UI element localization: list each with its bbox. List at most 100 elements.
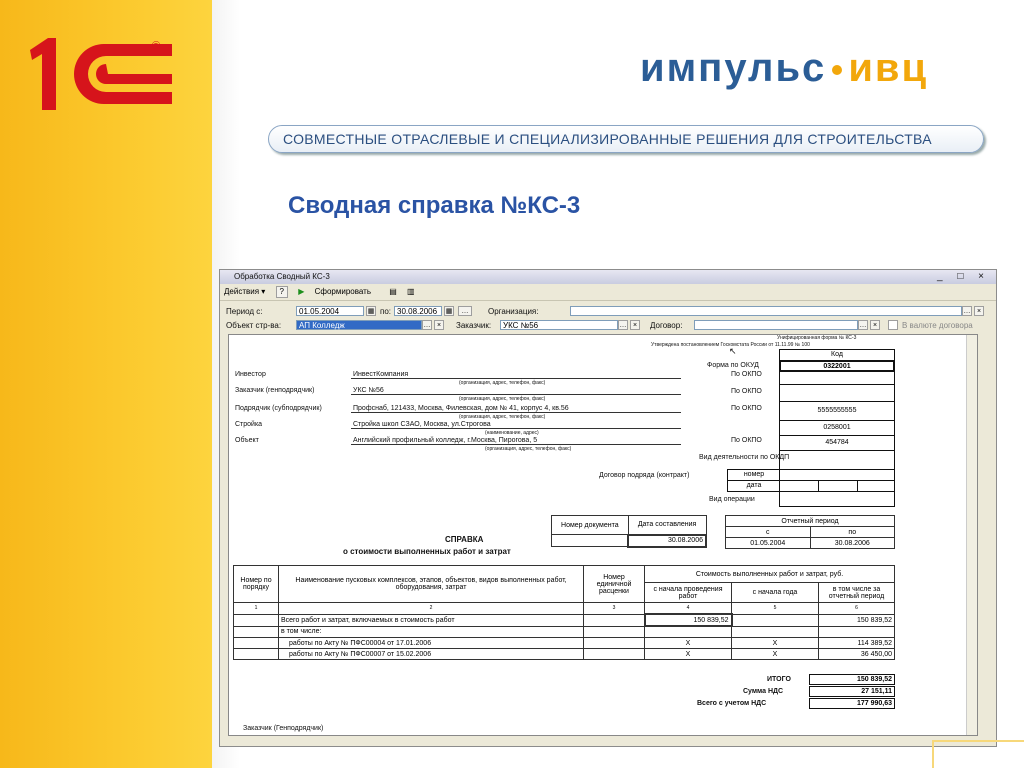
underline xyxy=(351,428,681,429)
slogan-banner: СОВМЕСТНЫЕ ОТРАСЛЕВЫЕ И СПЕЦИАЛИЗИРОВАНН… xyxy=(268,125,984,153)
site-value: Стройка школ СЗАО, Москва, ул.Строгова xyxy=(353,421,491,428)
underline xyxy=(351,378,681,379)
form-note-1: Унифицированная форма № КС-3 xyxy=(777,335,857,341)
site-label: Стройка xyxy=(235,421,263,428)
help-button[interactable]: ? xyxy=(275,286,288,298)
registered-mark: ® xyxy=(152,40,161,52)
row-from-year xyxy=(731,625,819,638)
col-index: 6 xyxy=(818,602,895,615)
row-period: 150 839,52 xyxy=(818,613,895,627)
slide-title: Сводная справка №КС-3 xyxy=(288,192,581,219)
window-controls[interactable]: _ □ × xyxy=(937,270,990,284)
contract-field[interactable] xyxy=(694,320,858,330)
okpo-label: По ОКПО xyxy=(731,405,762,412)
object-label: Объект xyxy=(235,437,259,444)
col-rate-header: Номер единичной расценки xyxy=(583,565,645,603)
okpo-label: По ОКПО xyxy=(731,437,762,444)
brand-name: импульс xyxy=(640,46,827,90)
corner-decor xyxy=(932,740,1024,768)
vat-value: 27 151,11 xyxy=(809,686,895,697)
period-from-header: с xyxy=(725,526,811,538)
vertical-scrollbar[interactable] xyxy=(966,335,977,735)
col-from-year-header: с начала года xyxy=(731,582,819,603)
row-name: работы по Акту № ПФС00004 от 17.01.2006 xyxy=(278,637,584,649)
col-index: 5 xyxy=(731,602,819,615)
doc-num-header: Номер документа xyxy=(551,515,629,535)
period-to-header: по xyxy=(809,526,895,538)
clear-icon[interactable]: × xyxy=(974,306,984,316)
row-period: 114 389,52 xyxy=(818,637,895,649)
row-name: Всего работ и затрат, включаемых в стоим… xyxy=(278,613,584,627)
vat-label: Сумма НДС xyxy=(743,688,784,695)
object-value: Английский профильный колледж, г.Москва,… xyxy=(353,437,538,444)
col-cost-group-header: Стоимость выполненных работ и затрат, ру… xyxy=(644,564,895,584)
clear-icon[interactable]: × xyxy=(630,320,640,330)
col-number-header: Номер по порядку xyxy=(233,565,279,603)
doc-number-table: Номер документа Дата составления 30.08.20… xyxy=(551,515,707,548)
copy-icon[interactable]: ▥ xyxy=(407,287,415,296)
left-decor-band xyxy=(0,0,212,768)
select-button[interactable]: … xyxy=(618,320,628,330)
name-hint: (наименование, адрес) xyxy=(485,430,539,436)
period-from-value: 01.05.2004 xyxy=(725,537,811,549)
impuls-logo: импульс ивц xyxy=(640,46,928,91)
okpo-customer-value xyxy=(779,384,895,402)
table-row: работы по Акту № ПФС00007 от 15.02.2006 … xyxy=(233,648,895,660)
customer-label: Заказчик (генподрядчик) xyxy=(235,387,315,394)
period-header: Отчетный период xyxy=(725,515,895,527)
window-titlebar: Обработка Сводный КС-3 _ □ × xyxy=(220,270,996,284)
col-index: 4 xyxy=(644,602,732,615)
contract-label: Договор: xyxy=(650,321,683,330)
col-name-header: Наименование пусковых комплексов, этапов… xyxy=(278,565,584,603)
org-hint: (организация, адрес, телефон, факс) xyxy=(459,414,546,420)
calendar-icon[interactable]: ▦ xyxy=(366,306,376,316)
select-button[interactable]: … xyxy=(858,320,868,330)
org-hint: (организация, адрес, телефон, факс) xyxy=(459,396,546,402)
actions-menu[interactable]: Действия ▾ xyxy=(224,287,265,296)
underline xyxy=(351,444,681,445)
object-field[interactable]: АП Колледж xyxy=(296,320,422,330)
customer-field[interactable]: УКС №56 xyxy=(500,320,618,330)
row-from-start: X xyxy=(644,637,732,649)
col-index: 1 xyxy=(233,602,279,615)
doc-date-value: 30.08.2006 xyxy=(627,533,707,548)
row-from-start: X xyxy=(644,648,732,660)
site-code-value: 0258001 xyxy=(779,420,895,436)
row-from-year xyxy=(731,613,819,627)
col-index: 3 xyxy=(583,602,645,615)
total-vat-value: 177 990,63 xyxy=(809,698,895,709)
organization-field[interactable] xyxy=(570,306,962,316)
doc-num-value xyxy=(551,534,629,547)
generate-button[interactable]: ▶ Сформировать xyxy=(298,287,379,296)
row-period xyxy=(818,625,895,638)
clear-icon[interactable]: × xyxy=(434,320,444,330)
report-document: Унифицированная форма № КС-3 Утверждена … xyxy=(228,334,978,736)
okdp-value xyxy=(779,450,895,470)
select-button[interactable]: … xyxy=(962,306,972,316)
report-heading: СПРАВКА xyxy=(445,535,484,544)
period-from-label: Период с: xyxy=(226,307,263,316)
brand-dot xyxy=(832,65,843,76)
col-period-header: в том числе за отчетный период xyxy=(818,582,895,603)
period-to-value: 30.08.2006 xyxy=(809,537,895,549)
contract-date-label: дата xyxy=(727,480,781,492)
col-index: 2 xyxy=(278,602,584,615)
total-label: ИТОГО xyxy=(767,676,791,683)
period-select-button[interactable]: … xyxy=(458,306,472,316)
row-period: 36 450,00 xyxy=(818,648,895,660)
underline xyxy=(351,412,681,413)
print-icon[interactable]: ▤ xyxy=(389,287,397,296)
investor-label: Инвестор xyxy=(235,371,266,378)
table-row: в том числе: xyxy=(233,625,895,638)
period-to-field[interactable]: 30.08.2006 xyxy=(394,306,442,316)
period-from-field[interactable]: 01.05.2004 xyxy=(296,306,364,316)
customer-value: УКС №56 xyxy=(353,387,384,394)
calendar-icon[interactable]: ▦ xyxy=(444,306,454,316)
toolbar: Действия ▾ ? ▶ Сформировать ▤ ▥ xyxy=(220,284,996,301)
table-row: Всего работ и затрат, включаемых в стоим… xyxy=(233,613,895,627)
period-table: Отчетный период с по 01.05.2004 30.08.2006 xyxy=(725,515,895,549)
clear-icon[interactable]: × xyxy=(870,320,880,330)
select-button[interactable]: … xyxy=(422,320,432,330)
row-name: в том числе: xyxy=(278,625,584,638)
currency-checkbox[interactable] xyxy=(888,320,898,330)
